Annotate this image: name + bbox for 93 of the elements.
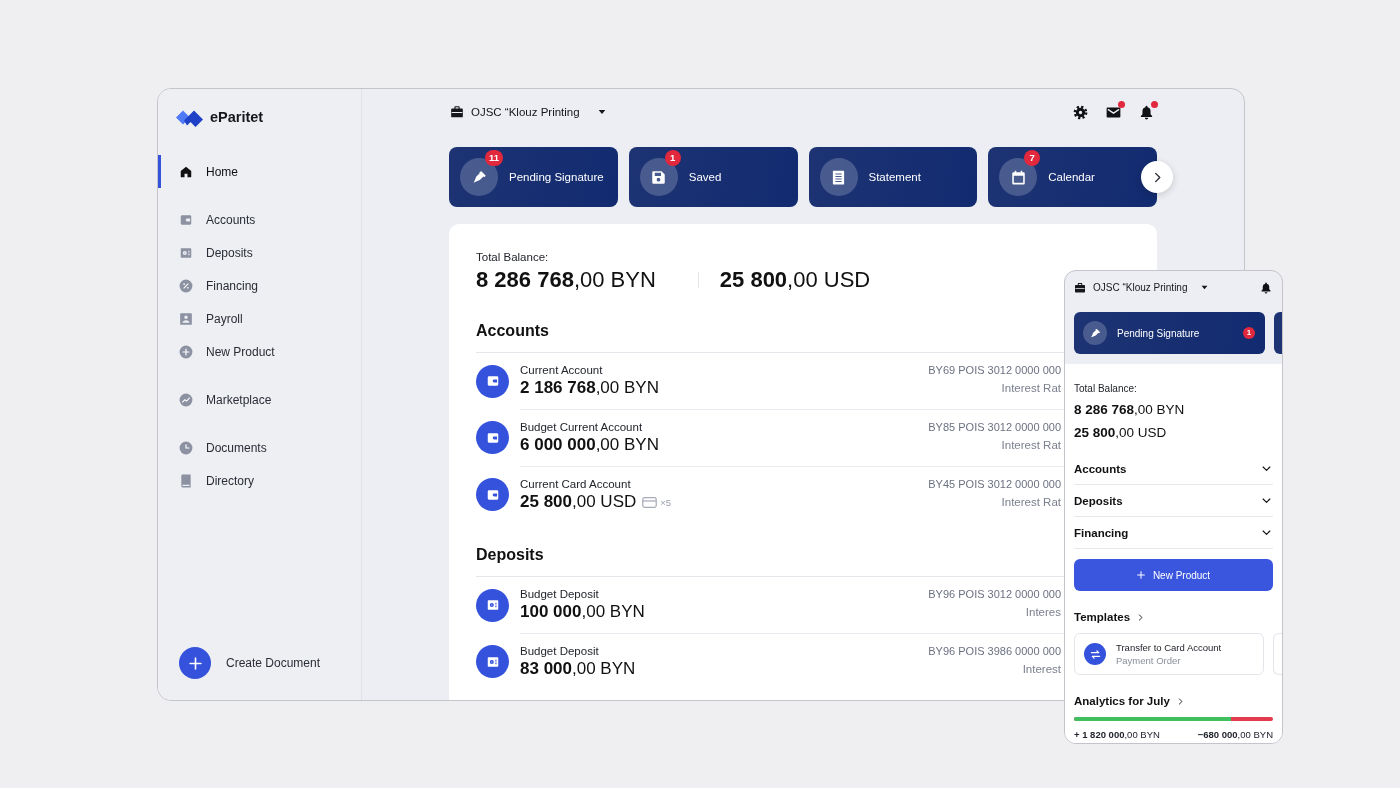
balance-label: Total Balance: (1074, 383, 1137, 395)
account-number: BY85 POIS 3012 0000 000 (928, 420, 1061, 434)
bell-icon[interactable] (1260, 281, 1272, 294)
sidebar-item[interactable]: Marketplace (158, 383, 361, 416)
account-number: BY96 POIS 3012 0000 000 (928, 587, 1061, 601)
wallet-icon (476, 478, 509, 511)
accordion-header[interactable]: Accounts (1074, 453, 1273, 485)
safe-icon (179, 245, 193, 260)
chevron-right-icon (1137, 613, 1145, 621)
section-title: Accounts (476, 321, 549, 341)
account-amount: 25 800,00 USD (520, 491, 637, 513)
quick-action-tile[interactable]: 7 Calendar (988, 147, 1157, 207)
briefcase-icon (1074, 281, 1086, 294)
caret-down-icon (1201, 284, 1209, 291)
wallet-icon (179, 212, 193, 227)
template-type: Payment Order (1116, 655, 1181, 666)
account-amount: 83 000,00 BYN (520, 658, 636, 680)
template-card[interactable]: Transfer to Card Account Payment Order (1074, 633, 1264, 675)
trend-chart-icon (179, 392, 193, 407)
plus-icon (179, 344, 193, 359)
account-amount: 100 000,00 BYN (520, 601, 645, 623)
account-amount: 2 186 768,00 BYN (520, 377, 659, 399)
next-tile[interactable] (1274, 312, 1282, 354)
account-number: BY45 POIS 3012 0000 000 (928, 477, 1061, 491)
bell-icon[interactable] (1139, 104, 1154, 120)
quick-action-tile[interactable]: 11 Pending Signature (449, 147, 618, 207)
sidebar-item[interactable]: Deposits (158, 236, 361, 269)
notification-badge: 1 (664, 150, 681, 166)
section-title: Deposits (476, 545, 544, 565)
quick-action-tile[interactable]: 1 Saved (628, 147, 798, 207)
chevron-right-icon (1176, 697, 1184, 705)
sidebar-item[interactable]: Financing (158, 269, 361, 302)
company-selector[interactable]: OJSC “Klouz Printing (450, 105, 606, 119)
new-product-button[interactable]: New Product (1074, 559, 1273, 591)
pen-icon (1083, 321, 1107, 345)
interest-rate-label: Interest Rat (1001, 438, 1061, 453)
account-name: Current Account (520, 363, 603, 377)
account-name: Current Card Account (520, 477, 631, 491)
sidebar-item[interactable]: New Product (158, 335, 361, 368)
settings-icon[interactable] (1073, 104, 1088, 120)
balance-amount: 8 286 768,00 BYN (476, 266, 656, 294)
wallet-icon (476, 364, 509, 398)
interest-rate-label: Interest (1022, 662, 1061, 677)
notification-badge: 1 (1243, 327, 1255, 339)
wallet-icon (476, 421, 509, 454)
balance-label: Total Balance: (476, 251, 549, 264)
accordion-header[interactable]: Financing (1074, 517, 1273, 549)
income-amount: + 1 820 000,00 BYN (1074, 729, 1160, 741)
create-document-button[interactable]: Create Document (179, 647, 321, 679)
account-amount: 6 000 000,00 BYN (520, 434, 659, 456)
balance-amount: 8 286 768,00 BYN (1074, 401, 1185, 419)
account-number: BY69 POIS 3012 0000 000 (928, 363, 1061, 377)
percent-icon (179, 278, 193, 293)
sidebar-item[interactable]: Accounts (158, 203, 361, 236)
safe-icon (476, 645, 509, 678)
interest-rate-label: Interes (1025, 605, 1061, 620)
interest-rate-label: Interest Rat (1001, 381, 1061, 396)
app-name: eParitet (210, 109, 264, 125)
home-icon (179, 164, 193, 179)
sidebar-item[interactable]: Payroll (158, 302, 361, 335)
plus-icon (1136, 571, 1145, 579)
balance-amount: 25 800,00 USD (719, 266, 871, 294)
document-icon (819, 158, 858, 196)
account-name: Budget Deposit (520, 587, 599, 601)
expense-amount: −680 000,00 BYN (1197, 729, 1273, 741)
plus-icon (179, 647, 211, 679)
analytics-link[interactable]: Analytics for July (1074, 694, 1184, 708)
id-card-icon (179, 311, 193, 326)
account-name: Budget Deposit (520, 644, 599, 658)
sidebar-item[interactable]: Home (158, 155, 361, 188)
book-icon (179, 473, 193, 488)
templates-link[interactable]: Templates (1074, 610, 1145, 624)
quick-action-tile[interactable]: Statement (808, 147, 978, 207)
sidebar-item[interactable]: Directory (158, 464, 361, 497)
account-name: Budget Current Account (520, 420, 643, 434)
card-icon (642, 496, 658, 508)
notification-badge: 11 (485, 150, 504, 166)
account-number: BY96 POIS 3986 0000 000 (928, 644, 1061, 658)
safe-icon (476, 588, 509, 622)
accordion-header[interactable]: Deposits (1074, 485, 1273, 517)
caret-down-icon (597, 108, 606, 116)
interest-rate-label: Interest Rat (1001, 495, 1061, 510)
card-count: ×5 (660, 496, 672, 508)
company-selector[interactable]: OJSC “Klouz Printing (1074, 281, 1209, 294)
clock-icon (179, 440, 193, 455)
transfer-icon (1084, 643, 1106, 665)
notification-badge: 7 (1024, 150, 1041, 166)
balance-amount: 25 800,00 USD (1074, 424, 1167, 442)
sidebar-item[interactable]: Documents (158, 431, 361, 464)
template-name: Transfer to Card Account (1116, 642, 1222, 653)
quick-action-tile[interactable]: Pending Signature 1 (1074, 312, 1265, 354)
briefcase-icon (450, 105, 464, 119)
next-button[interactable] (1141, 161, 1173, 193)
